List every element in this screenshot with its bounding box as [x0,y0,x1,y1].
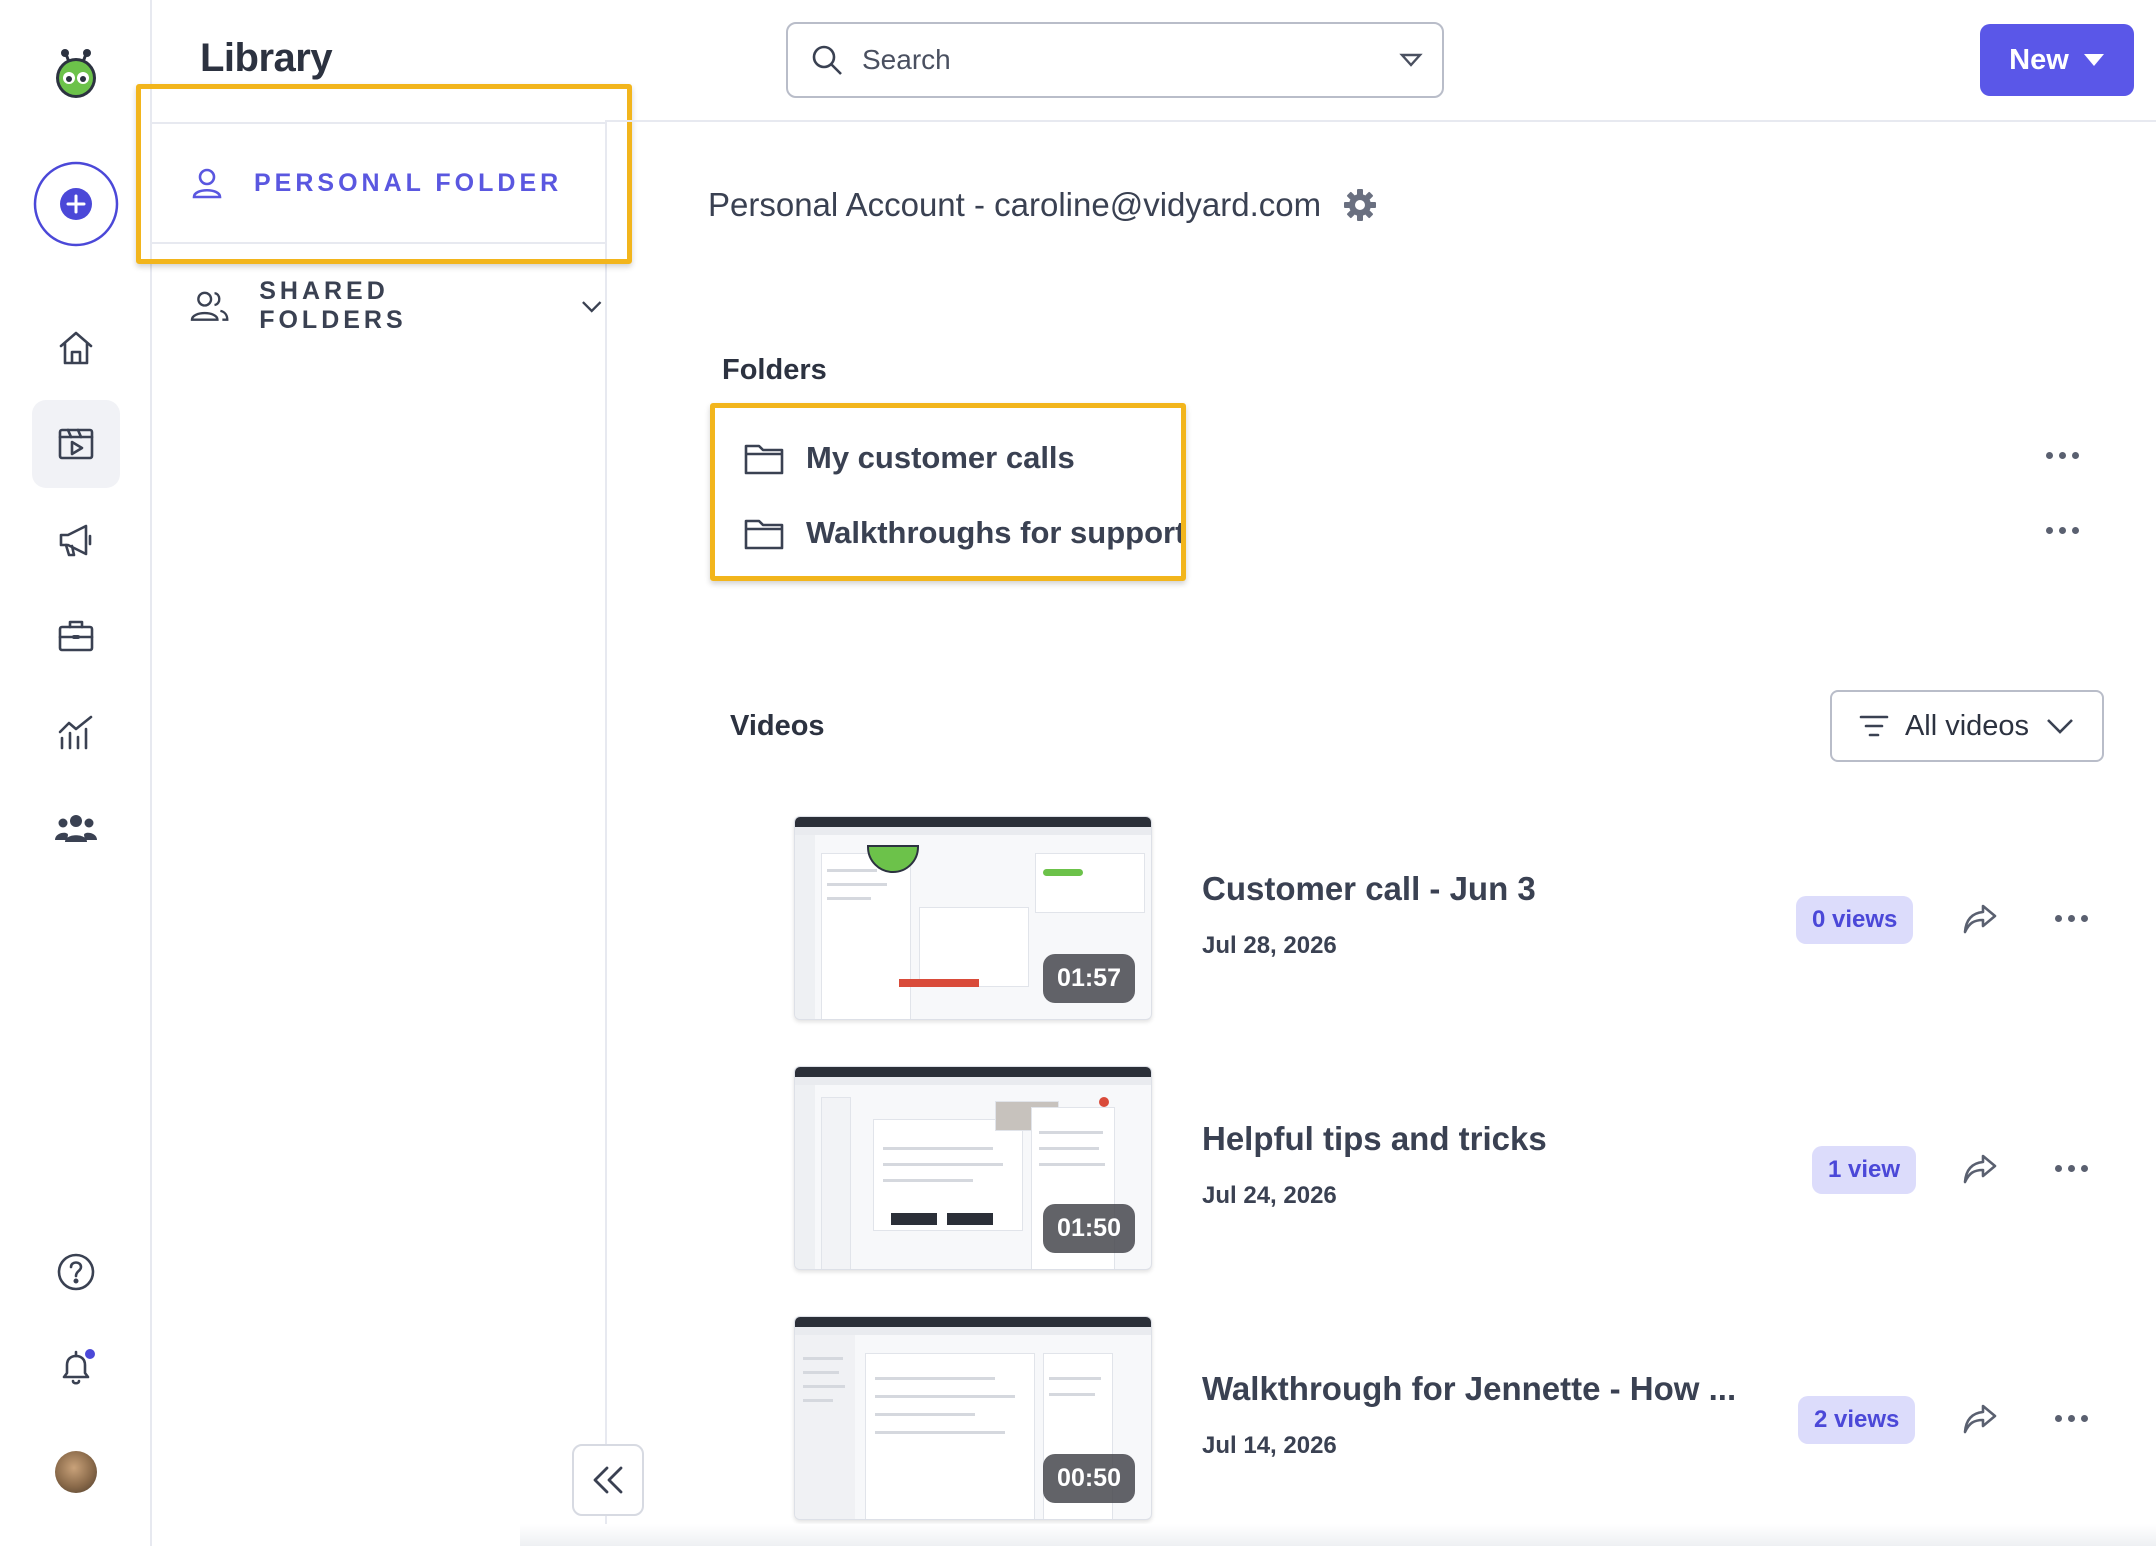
caret-down-icon[interactable] [1398,47,1424,73]
video-thumbnail[interactable]: 00:50 [794,1316,1152,1520]
bottom-fade [520,1524,2156,1546]
icon-rail [0,0,152,1546]
more-options-icon[interactable] [2046,527,2079,534]
add-circle-icon[interactable] [32,160,120,248]
caret-down-icon [2083,54,2104,66]
library-icon[interactable] [32,400,120,488]
sidebar-item-label: SHARED FOLDERS [259,277,407,334]
people-icon [190,291,229,321]
search-input[interactable]: Search [786,22,1444,98]
filter-icon [1859,715,1889,737]
video-duration: 00:50 [1043,1454,1135,1503]
share-icon[interactable] [1962,902,1998,936]
video-title[interactable]: Customer call - Jun 3 [1202,870,1536,908]
briefcase-icon[interactable] [32,592,120,680]
analytics-icon[interactable] [32,688,120,776]
avatar[interactable] [32,1428,120,1516]
collapse-sidebar-button[interactable] [572,1444,644,1516]
video-filter-dropdown[interactable]: All videos [1830,690,2104,762]
help-icon[interactable] [32,1228,120,1316]
new-button[interactable]: New [1980,24,2134,96]
more-options-icon[interactable] [2046,452,2079,459]
share-icon[interactable] [1962,1152,1998,1186]
account-header: Personal Account - caroline@vidyard.com [708,186,1377,224]
team-icon[interactable] [32,784,120,872]
home-icon[interactable] [32,304,120,392]
filter-label: All videos [1904,709,2030,742]
views-badge[interactable]: 2 views [1798,1396,1916,1444]
sidebar-divider [605,120,607,1546]
views-badge[interactable]: 1 view [1812,1146,1917,1194]
video-duration: 01:57 [1043,954,1135,1003]
double-chevron-left-icon [593,1466,623,1494]
sidebar-item-shared-folders[interactable]: SHARED FOLDERS [152,274,605,338]
chevron-down-icon[interactable] [578,292,605,320]
video-title[interactable]: Helpful tips and tricks [1202,1120,1547,1158]
share-icon[interactable] [1962,1402,1998,1436]
video-thumbnail[interactable]: 01:50 [794,1066,1152,1270]
bell-icon[interactable] [32,1324,120,1412]
header-divider [607,120,2156,122]
more-options-icon[interactable] [2055,1415,2088,1422]
new-button-label: New [2009,43,2069,76]
video-date: Jul 24, 2026 [1202,1182,1337,1209]
chevron-down-icon [2047,719,2073,734]
account-label: Personal Account - caroline@vidyard.com [708,186,1322,223]
videos-section-title: Videos [730,710,825,742]
search-icon [812,45,842,75]
search-placeholder: Search [862,44,951,75]
video-duration: 01:50 [1043,1204,1135,1253]
folders-section-title: Folders [722,354,827,386]
megaphone-icon[interactable] [32,496,120,584]
highlight-box [136,84,632,264]
vidyard-logo-icon[interactable] [32,28,120,116]
more-options-icon[interactable] [2055,1165,2088,1172]
views-badge[interactable]: 0 views [1796,896,1914,944]
more-options-icon[interactable] [2055,915,2088,922]
video-title[interactable]: Walkthrough for Jennette - How ... [1202,1370,1736,1408]
video-date: Jul 28, 2026 [1202,932,1337,959]
video-date: Jul 14, 2026 [1202,1432,1337,1459]
highlight-box [710,403,1186,581]
gear-icon[interactable] [1343,188,1377,222]
page-title: Library [200,36,333,80]
video-thumbnail[interactable]: 01:57 [794,816,1152,1020]
